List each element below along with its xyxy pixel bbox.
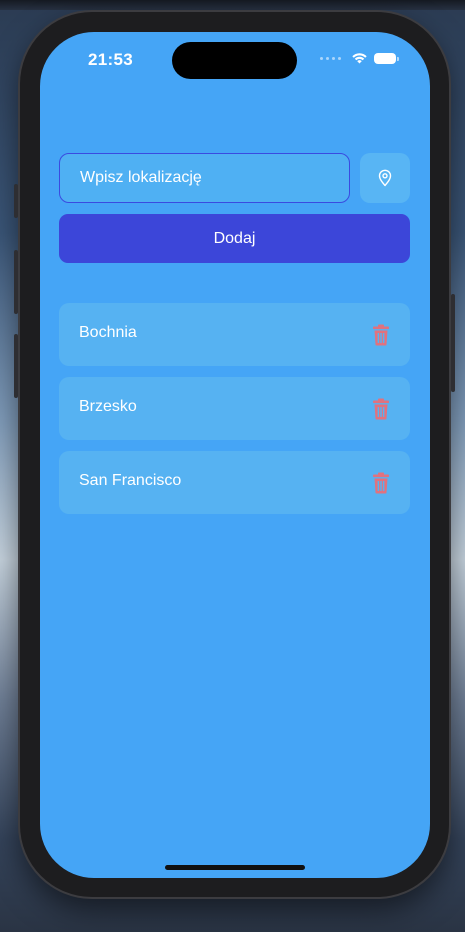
location-search-input[interactable] — [59, 153, 350, 203]
current-location-button[interactable] — [360, 153, 410, 203]
map-pin-icon — [378, 169, 392, 187]
power-button — [451, 294, 455, 392]
list-item[interactable]: San Francisco — [59, 451, 410, 514]
city-name: San Francisco — [79, 472, 182, 489]
wifi-icon — [352, 53, 367, 64]
city-list: Bochnia Brzesko San Francisco — [59, 303, 410, 514]
dynamic-island — [172, 42, 297, 79]
battery-icon — [374, 52, 399, 64]
trash-icon[interactable] — [372, 398, 390, 420]
list-item[interactable]: Bochnia — [59, 303, 410, 366]
window-top-bar — [0, 0, 465, 10]
list-item[interactable]: Brzesko — [59, 377, 410, 440]
status-bar: 21:53 — [40, 32, 430, 92]
search-row — [59, 153, 410, 203]
app-screen: 21:53 Dodaj Bochnia — [40, 32, 430, 878]
add-location-button[interactable]: Dodaj — [59, 214, 410, 263]
signal-dots-icon — [320, 56, 341, 60]
city-name: Bochnia — [79, 324, 137, 341]
trash-icon[interactable] — [372, 324, 390, 346]
status-time: 21:53 — [88, 50, 133, 69]
volume-down-button — [14, 334, 18, 398]
home-indicator[interactable] — [165, 865, 305, 870]
volume-up-button — [14, 250, 18, 314]
city-name: Brzesko — [79, 398, 137, 415]
action-button — [14, 184, 18, 218]
status-icons — [320, 52, 399, 64]
trash-icon[interactable] — [372, 472, 390, 494]
